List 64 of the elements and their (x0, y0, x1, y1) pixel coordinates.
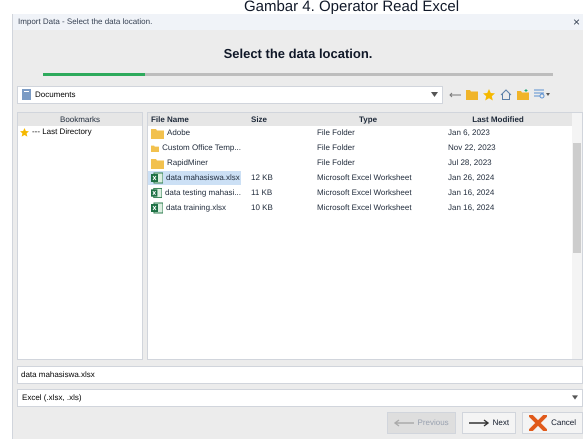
folder-icon (151, 158, 164, 168)
right-arrow-icon (468, 418, 489, 426)
file-name: Custom Office Temp... (162, 142, 241, 154)
back-arrow-icon[interactable] (449, 92, 461, 98)
file-name: data testing mahasi... (164, 187, 241, 199)
spreadsheet-icon (151, 187, 162, 199)
file-size: 10 KB (251, 203, 273, 212)
left-arrow-icon (394, 418, 414, 426)
folder-icon (151, 142, 160, 154)
column-header: Type (358, 114, 378, 126)
folder-icon[interactable] (466, 89, 478, 100)
window-title: Import Data - Select the data location. (18, 16, 152, 28)
spreadsheet-icon (151, 172, 163, 184)
spreadsheet-icon (151, 202, 163, 214)
file-type: Microsoft Excel Worksheet (317, 173, 412, 182)
folder-icon (151, 128, 164, 138)
file-modified: Nov 22, 2023 (448, 143, 496, 152)
view-options-icon[interactable] (534, 89, 550, 100)
file-type: Microsoft Excel Worksheet (317, 203, 412, 212)
home-icon[interactable] (500, 89, 512, 100)
bookmark-item[interactable]: --- Last Directory (18, 126, 142, 138)
dropdown-caret-icon (431, 92, 438, 97)
file-modified: Jan 26, 2024 (448, 173, 494, 182)
location-dropdown[interactable]: Documents (17, 86, 443, 104)
file-row[interactable]: data testing mahasi... (148, 186, 241, 200)
x-icon (529, 414, 548, 430)
file-modified: Jan 16, 2024 (448, 203, 494, 212)
next-button[interactable]: Next (462, 412, 516, 434)
file-type: File Folder (317, 158, 355, 167)
filter-dropdown[interactable]: Excel (.xlsx, .xls) (17, 388, 583, 406)
figure-caption: Gambar 4. Operator Read Excel (242, 0, 460, 14)
star-icon (20, 128, 29, 136)
scrollbar[interactable] (572, 112, 582, 358)
file-size: 12 KB (251, 173, 273, 182)
file-name: Adobe (167, 127, 190, 139)
file-type: File Folder (317, 128, 355, 137)
filter-value: Excel (.xlsx, .xls) (22, 392, 82, 404)
file-modified: Jul 28, 2023 (448, 158, 492, 167)
column-header: Last Modified (471, 114, 525, 126)
file-row[interactable]: data mahasiswa.xlsx (148, 171, 241, 185)
column-header: Size (250, 114, 268, 126)
file-type: File Folder (317, 143, 355, 152)
file-name: RapidMiner (167, 157, 208, 169)
close-button[interactable]: × (572, 16, 580, 28)
file-row[interactable]: Adobe (148, 126, 241, 140)
file-modified: Jan 6, 2023 (448, 128, 490, 137)
file-row[interactable]: Custom Office Temp... (148, 141, 241, 155)
step-title: Select the data location. (224, 45, 372, 63)
location-value: Documents (35, 88, 76, 100)
file-name: data mahasiswa.xlsx (166, 172, 240, 184)
new-folder-icon[interactable] (517, 89, 529, 100)
column-header: File Name (150, 114, 190, 126)
file-size: 11 KB (251, 188, 272, 197)
file-row[interactable]: data training.xlsx (148, 201, 241, 215)
dropdown-caret-icon (572, 395, 578, 400)
file-modified: Jan 16, 2024 (448, 188, 494, 197)
cancel-button[interactable]: Cancel (522, 412, 583, 434)
file-row[interactable]: RapidMiner (148, 156, 241, 170)
file-name: data training.xlsx (166, 202, 226, 214)
document-icon (22, 89, 31, 100)
file-type: Microsoft Excel Worksheet (317, 188, 412, 197)
star-icon[interactable] (483, 88, 495, 100)
column-header: Bookmarks (18, 112, 142, 126)
filename-field[interactable]: data mahasiswa.xlsx (17, 366, 583, 384)
